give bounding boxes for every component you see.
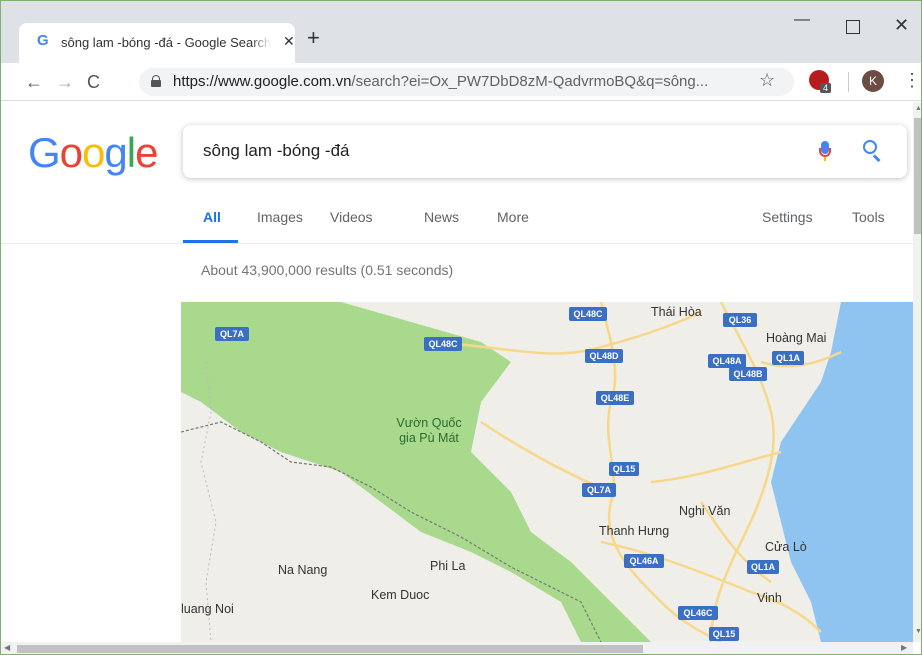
place-label[interactable]: Kem Duoc [371,588,429,602]
search-icon[interactable] [863,140,885,162]
scroll-left-icon[interactable]: ◀ [4,643,10,652]
browser-tab[interactable]: G sông lam -bóng -đá - Google Search ✕ [19,23,295,63]
toolbar-divider [848,72,849,92]
highway-shield[interactable]: QL1A [772,351,804,365]
highway-shield[interactable]: QL15 [709,627,739,641]
search-box[interactable]: sông lam -bóng -đá [183,125,907,178]
place-label[interactable]: luang Noi [181,602,234,616]
microphone-icon[interactable] [819,141,831,163]
place-label[interactable]: Vườn Quốc [396,416,461,430]
url-text[interactable]: https://www.google.com.vn/search?ei=Ox_P… [173,73,753,90]
highway-shield[interactable]: QL15 [609,462,639,476]
place-label[interactable]: Hoàng Mai [766,331,826,345]
svg-text:QL36: QL36 [729,315,752,325]
browser-window: G sông lam -bóng -đá - Google Search ✕ +… [0,0,922,655]
svg-text:QL46C: QL46C [683,608,713,618]
tab-all[interactable]: All [203,209,221,225]
svg-text:QL1A: QL1A [751,562,776,572]
svg-text:QL48D: QL48D [589,351,619,361]
place-label[interactable]: Nghi Văn [679,504,730,518]
svg-text:QL46A: QL46A [629,556,659,566]
svg-text:QL48B: QL48B [733,369,763,379]
maximize-button[interactable] [846,20,860,34]
logo-letter: o [82,129,105,176]
reload-button[interactable]: C [87,72,100,93]
svg-text:QL48A: QL48A [712,356,742,366]
svg-text:QL48E: QL48E [601,393,630,403]
map-result[interactable]: QL7A QL48C QL48C QL36 QL48D QL48A QL1A Q… [181,302,913,642]
svg-text:QL7A: QL7A [587,485,612,495]
search-results-page: Google sông lam -bóng -đá All Images Vid… [1,102,913,642]
svg-text:QL48C: QL48C [428,339,458,349]
forward-button[interactable]: → [56,72,74,93]
active-tab-indicator [183,240,238,243]
svg-text:QL48C: QL48C [573,309,603,319]
bookmark-star-icon[interactable]: ☆ [759,70,775,91]
profile-avatar[interactable]: K [862,70,884,92]
place-label[interactable]: Thái Hòa [651,305,702,319]
place-label[interactable]: gia Pù Mát [399,431,459,445]
url-path: /search?ei=Ox_PW7DbD8zM-QadvrmoBQ&q=sông… [351,73,709,90]
new-tab-button[interactable]: + [307,25,320,51]
tab-close-icon[interactable]: ✕ [283,33,295,50]
tab-tools[interactable]: Tools [852,209,885,225]
map-canvas[interactable]: QL7A QL48C QL48C QL36 QL48D QL48A QL1A Q… [181,302,913,642]
svg-text:QL7A: QL7A [220,329,245,339]
highway-shield[interactable]: QL46A [624,554,664,568]
horizontal-scrollbar[interactable]: ◀ ▶ [1,642,913,654]
logo-letter: e [135,129,158,176]
svg-text:QL15: QL15 [713,629,736,639]
lock-icon[interactable] [151,75,161,87]
tab-videos[interactable]: Videos [330,209,373,225]
tab-news[interactable]: News [424,209,459,225]
highway-shield[interactable]: QL46C [678,606,718,620]
tab-strip: G sông lam -bóng -đá - Google Search ✕ +… [1,1,921,63]
tab-title: sông lam -bóng -đá - Google Search [61,35,271,50]
highway-shield[interactable]: QL7A [582,483,616,497]
place-label[interactable]: Phi La [430,559,465,573]
highway-shield[interactable]: QL36 [723,313,757,327]
highway-shield[interactable]: QL1A [747,560,779,574]
place-label[interactable]: Cửa Lò [765,540,807,554]
minimize-button[interactable]: — [794,11,810,29]
scroll-right-icon[interactable]: ▶ [901,643,907,652]
search-input[interactable]: sông lam -bóng -đá [203,141,349,161]
highway-shield[interactable]: QL48A [708,354,746,368]
logo-letter: G [28,129,61,176]
result-stats: About 43,900,000 results (0.51 seconds) [201,262,454,278]
scroll-down-icon[interactable]: ▼ [915,628,921,635]
tab-more[interactable]: More [497,209,529,225]
browser-toolbar: ← → C https://www.google.com.vn/search?e… [1,63,921,101]
address-bar[interactable]: https://www.google.com.vn/search?ei=Ox_P… [139,68,794,96]
google-favicon-icon: G [37,32,49,49]
browser-menu-icon[interactable]: ⋮ [903,70,921,91]
highway-shield[interactable]: QL48C [424,337,462,351]
tab-settings[interactable]: Settings [762,209,813,225]
back-button[interactable]: ← [25,72,43,93]
highway-shield[interactable]: QL48D [585,349,623,363]
logo-letter: o [59,129,83,176]
tab-images[interactable]: Images [257,209,303,225]
extension-badge: 4 [820,83,832,93]
highway-shield[interactable]: QL48B [729,367,767,381]
vertical-scroll-thumb[interactable] [914,118,921,234]
svg-text:QL1A: QL1A [776,353,801,363]
google-logo[interactable]: Google [28,129,158,177]
place-label[interactable]: Thanh Hưng [599,524,669,538]
highway-shield[interactable]: QL48E [596,391,634,405]
search-tabs: All Images Videos News More Settings Too… [1,202,913,244]
close-window-button[interactable]: ✕ [894,15,909,36]
scroll-up-icon[interactable]: ▲ [915,105,921,112]
url-host: https://www.google.com.vn [173,73,352,90]
logo-letter: l [126,129,136,176]
vertical-scrollbar[interactable]: ▲ ▼ [913,102,921,642]
logo-letter: g [104,129,127,176]
highway-shield[interactable]: QL7A [215,327,249,341]
horizontal-scroll-thumb[interactable] [17,645,643,653]
svg-text:QL15: QL15 [613,464,636,474]
highway-shield[interactable]: QL48C [569,307,607,321]
place-label[interactable]: Na Nang [278,563,327,577]
place-label[interactable]: Vinh [757,591,782,605]
